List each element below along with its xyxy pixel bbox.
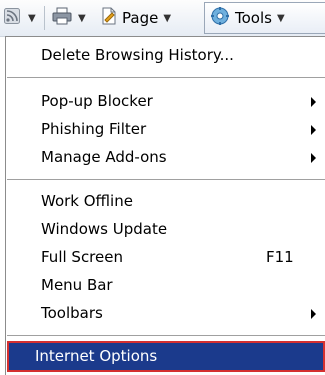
menu-item-label: Work Offline [41, 192, 133, 210]
menu-item-label: Internet Options [35, 347, 158, 365]
feeds-button[interactable] [4, 0, 20, 36]
submenu-arrow-icon [311, 309, 316, 319]
rss-feed-icon [4, 8, 20, 28]
menu-item-internet-options[interactable]: Internet Options [7, 341, 325, 372]
menu-item-delete-browsing-history[interactable]: Delete Browsing History... [7, 41, 325, 69]
menu-separator [7, 335, 325, 337]
menu-item-label: Pop-up Blocker [41, 92, 153, 110]
tools-dropdown-menu: Delete Browsing History... Pop-up Blocke… [5, 36, 325, 375]
menu-item-label: Phishing Filter [41, 120, 147, 138]
page-menu-label: Page [122, 9, 159, 27]
printer-icon [52, 7, 72, 29]
menu-item-label: Toolbars [41, 304, 103, 322]
print-button[interactable] [52, 0, 72, 36]
tools-menu-label: Tools [235, 9, 272, 27]
menu-item-manage-addons[interactable]: Manage Add-ons [7, 143, 325, 171]
command-bar: ▼ ▼ Page ▼ Tools ▼ [0, 0, 325, 37]
page-icon [100, 7, 118, 29]
chevron-down-icon: ▼ [276, 12, 285, 24]
chevron-down-icon: ▼ [163, 12, 172, 24]
gear-icon [210, 6, 230, 30]
menu-item-label: Windows Update [41, 220, 168, 238]
menu-item-menu-bar[interactable]: Menu Bar [7, 271, 325, 299]
submenu-arrow-icon [311, 97, 316, 107]
menu-separator [7, 77, 325, 79]
menu-item-label: Manage Add-ons [41, 148, 167, 166]
shortcut-label: F11 [266, 248, 294, 266]
menu-item-label: Full Screen [41, 248, 123, 266]
menu-item-work-offline[interactable]: Work Offline [7, 187, 325, 215]
menu-item-full-screen[interactable]: Full Screen F11 [7, 243, 325, 271]
submenu-arrow-icon [311, 153, 316, 163]
tools-menu-content[interactable]: Tools ▼ [210, 0, 285, 36]
menu-item-popup-blocker[interactable]: Pop-up Blocker [7, 87, 325, 115]
feeds-dropdown-button[interactable]: ▼ [28, 0, 36, 36]
toolbar-divider [44, 6, 45, 30]
menu-item-windows-update[interactable]: Windows Update [7, 215, 325, 243]
chevron-down-icon: ▼ [28, 12, 36, 24]
print-dropdown-button[interactable]: ▼ [78, 0, 86, 36]
menu-item-label: Menu Bar [41, 276, 113, 294]
menu-item-toolbars[interactable]: Toolbars [7, 299, 325, 327]
menu-item-label: Delete Browsing History... [41, 46, 234, 64]
page-menu-button[interactable]: Page ▼ [100, 0, 171, 36]
menu-separator [7, 179, 325, 181]
chevron-down-icon: ▼ [78, 12, 86, 24]
submenu-arrow-icon [311, 125, 316, 135]
menu-item-phishing-filter[interactable]: Phishing Filter [7, 115, 325, 143]
